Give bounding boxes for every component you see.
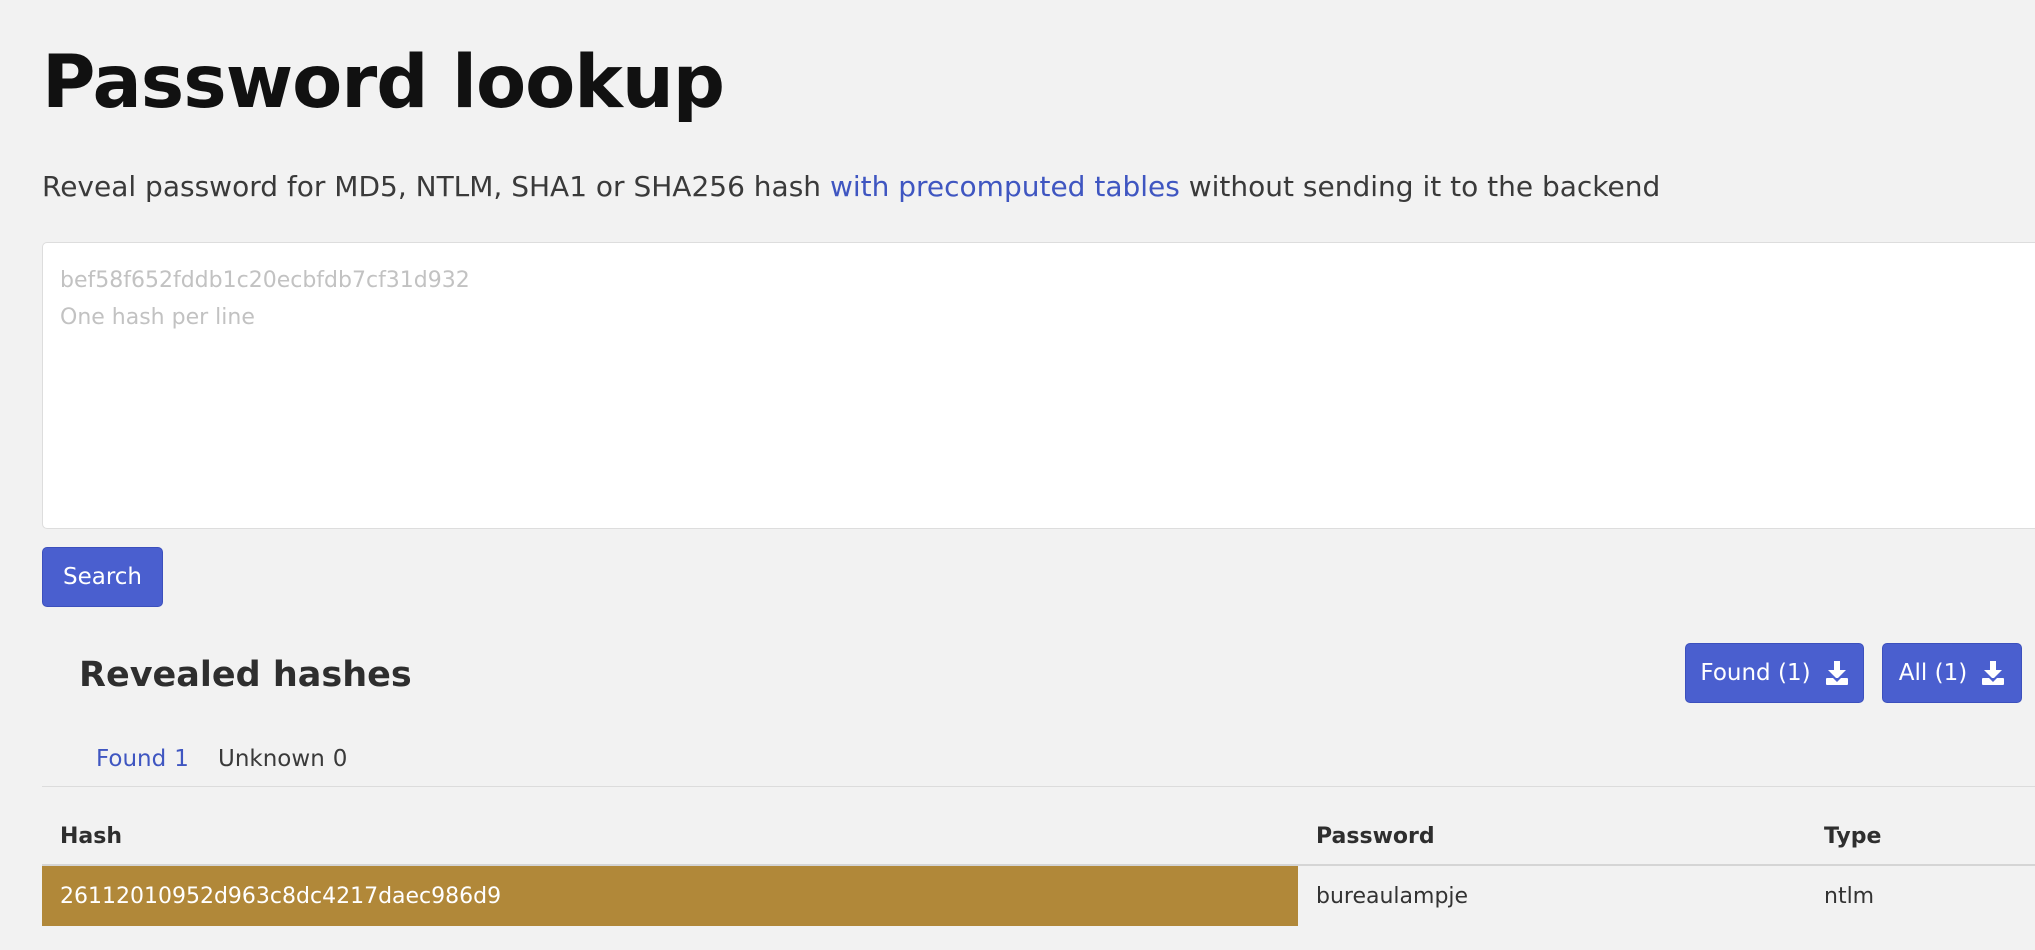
- download-icon: [1825, 661, 1848, 685]
- results-table: Hash Password Type 26112010952d963c8dc42…: [42, 808, 2035, 926]
- download-icon: [1982, 661, 2005, 685]
- column-header-password[interactable]: Password: [1298, 808, 1806, 866]
- download-all-label: All (1): [1898, 660, 1968, 686]
- download-found-button[interactable]: Found (1): [1685, 643, 1864, 703]
- password-cell: bureaulampje: [1316, 883, 1469, 909]
- hash-input[interactable]: [42, 242, 2035, 529]
- tab-unknown-count: 0: [332, 746, 348, 772]
- tab-found[interactable]: Found 1: [96, 738, 189, 780]
- tab-unknown[interactable]: Unknown 0: [218, 738, 347, 780]
- hash-cell: 26112010952d963c8dc4217daec986d9: [42, 865, 1298, 926]
- download-all-button[interactable]: All (1): [1882, 643, 2022, 703]
- download-found-label: Found (1): [1700, 660, 1811, 686]
- table-row: 26112010952d963c8dc4217daec986d9 bureaul…: [42, 865, 2035, 926]
- tab-unknown-label: Unknown: [218, 746, 325, 772]
- page-subtitle: Reveal password for MD5, NTLM, SHA1 or S…: [42, 166, 1660, 208]
- subtitle-text-after: without sending it to the backend: [1179, 170, 1661, 203]
- page-title: Password lookup: [42, 40, 725, 125]
- subtitle-text-before: Reveal password for MD5, NTLM, SHA1 or S…: [42, 170, 830, 203]
- table-header-row: Hash Password Type: [42, 808, 2035, 866]
- precomputed-tables-link[interactable]: with precomputed tables: [830, 170, 1180, 203]
- column-header-hash[interactable]: Hash: [42, 808, 1298, 866]
- search-button[interactable]: Search: [42, 547, 163, 607]
- revealed-hashes-title: Revealed hashes: [79, 655, 412, 695]
- tab-found-count: 1: [174, 746, 189, 772]
- results-tabs: Found 1 Unknown 0: [42, 738, 2035, 787]
- column-header-type[interactable]: Type: [1806, 808, 2035, 866]
- type-cell: ntlm: [1824, 883, 1875, 909]
- tab-found-label: Found: [96, 746, 167, 772]
